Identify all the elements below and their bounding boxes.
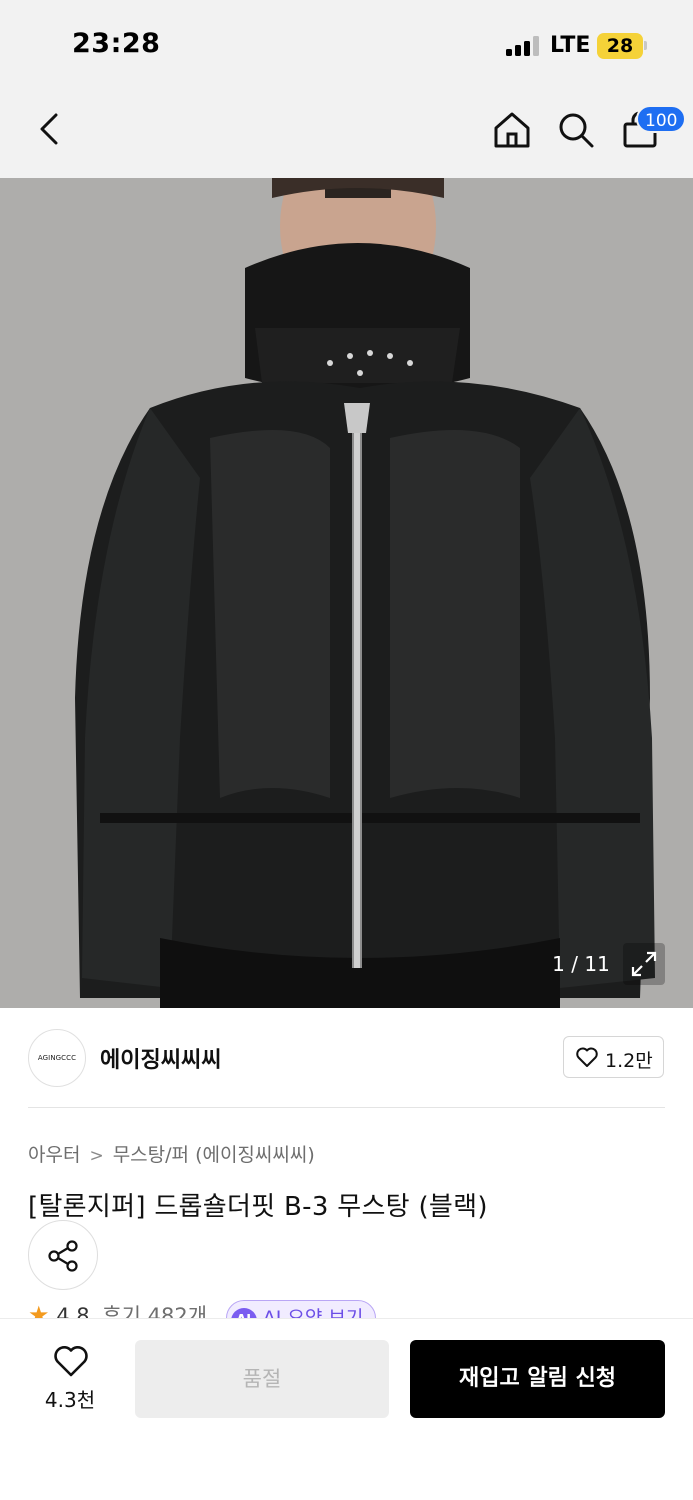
brand-like-button[interactable]: 1.2만 (563, 1036, 664, 1078)
brand-logo[interactable]: AGINGCCC (28, 1029, 86, 1087)
top-nav (0, 92, 693, 178)
product-image[interactable] (0, 178, 693, 1008)
heart-icon (576, 1047, 598, 1067)
soldout-button: 품절 (135, 1340, 389, 1418)
expand-button[interactable] (623, 943, 665, 985)
battery-tip (644, 41, 647, 50)
signal-icon (506, 36, 540, 56)
home-icon[interactable] (492, 110, 532, 150)
share-button[interactable] (28, 1220, 98, 1290)
battery-icon: 28 (597, 33, 643, 59)
status-bar: 23:28 LTE 28 (0, 0, 693, 92)
jacket-photo (0, 178, 693, 1008)
wishlist-count: 4.3천 (44, 1388, 96, 1412)
brand-like-count: 1.2만 (605, 1050, 653, 1072)
divider (28, 1107, 665, 1108)
status-time: 23:28 (72, 28, 161, 59)
image-counter: 1 / 11 (552, 952, 610, 976)
cart-count-badge: 100 (636, 105, 687, 133)
breadcrumb: 아우터 > 무스탕/퍼 (에이징씨씨씨) (28, 1140, 315, 1167)
expand-icon (631, 951, 657, 977)
back-icon[interactable] (36, 112, 64, 146)
restock-alert-button[interactable]: 재입고 알림 신청 (410, 1340, 665, 1418)
product-title: [탈론지퍼] 드롭숄더핏 B-3 무스탕 (블랙) (28, 1192, 488, 1222)
share-icon (48, 1240, 78, 1272)
search-icon[interactable] (556, 110, 596, 150)
wishlist-button[interactable]: 4.3천 (30, 1342, 110, 1412)
breadcrumb-category[interactable]: 아우터 (28, 1144, 80, 1166)
heart-icon (54, 1346, 88, 1377)
breadcrumb-subcategory[interactable]: 무스탕/퍼 (에이징씨씨씨) (113, 1144, 315, 1166)
chevron-right-icon: > (89, 1146, 104, 1166)
network-type: LTE (550, 33, 591, 58)
brand-name[interactable]: 에이징씨씨씨 (100, 1042, 221, 1074)
